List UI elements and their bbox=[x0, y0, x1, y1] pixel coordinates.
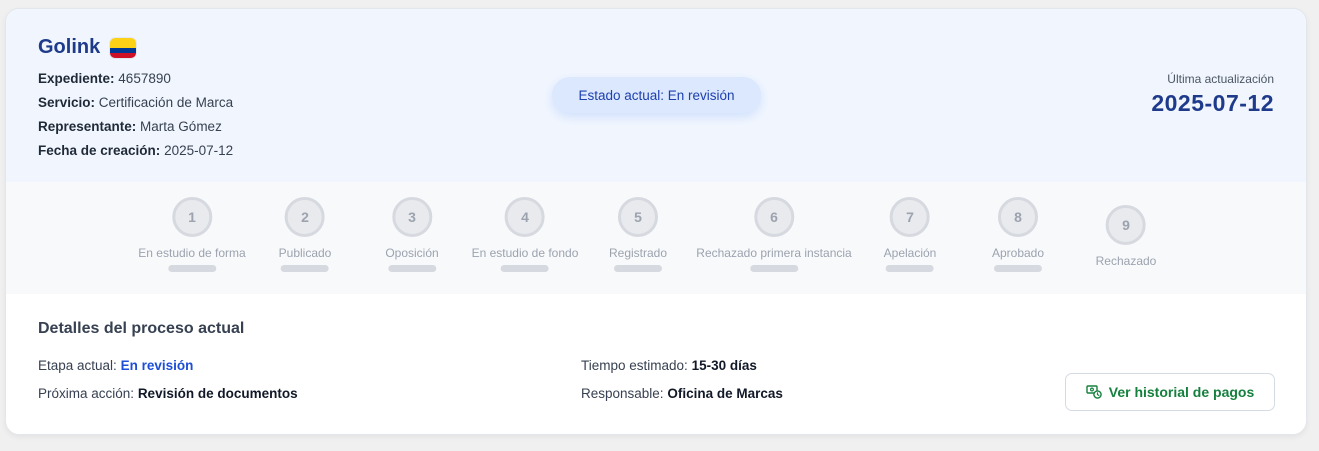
money-history-icon bbox=[1086, 385, 1102, 399]
step-bar bbox=[749, 265, 798, 272]
payment-history-button[interactable]: Ver historial de pagos bbox=[1065, 373, 1275, 411]
case-number-row: Expediente: 4657890 bbox=[38, 67, 233, 91]
estimated-time-label: Tiempo estimado: bbox=[581, 358, 688, 373]
step-bar bbox=[614, 265, 662, 272]
step-bar bbox=[388, 265, 436, 272]
step-label: Aprobado bbox=[991, 246, 1045, 260]
progress-stepper: 1 En estudio de forma 2 Publicado 3 Opos… bbox=[6, 182, 1306, 294]
step-label: Rechazado primera instancia bbox=[696, 246, 852, 260]
next-action-label: Próxima acción: bbox=[38, 386, 135, 401]
last-update-label: Última actualización bbox=[1167, 72, 1274, 86]
colombia-flag-icon bbox=[110, 37, 137, 58]
step-number: 1 bbox=[172, 197, 212, 237]
step-label: Publicado bbox=[278, 246, 332, 260]
process-header: Golink Expediente: 4657890 Servicio: Cer… bbox=[6, 9, 1306, 182]
step-5: 5 Registrado bbox=[609, 197, 667, 272]
next-action-value: Revisión de documentos bbox=[137, 386, 298, 401]
representative-label: Representante: bbox=[38, 119, 137, 134]
current-stage-row: Etapa actual: En revisión bbox=[38, 358, 193, 373]
brand-name: Golink bbox=[38, 36, 101, 58]
step-number: 3 bbox=[392, 197, 432, 237]
current-stage-value: En revisión bbox=[120, 358, 194, 373]
current-stage-label: Etapa actual: bbox=[38, 358, 117, 373]
case-number-value: 4657890 bbox=[118, 71, 171, 86]
responsible-row: Responsable: Oficina de Marcas bbox=[581, 386, 783, 401]
step-bar bbox=[886, 265, 934, 272]
step-number: 7 bbox=[890, 197, 930, 237]
step-6: 6 Rechazado primera instancia bbox=[696, 197, 852, 272]
step-number: 4 bbox=[504, 197, 545, 237]
step-bar bbox=[993, 265, 1042, 272]
step-bar bbox=[500, 265, 549, 272]
status-badge: Estado actual: En revisión bbox=[552, 77, 761, 113]
service-value: Certificación de Marca bbox=[98, 95, 234, 110]
step-number: 5 bbox=[618, 197, 658, 237]
step-bar bbox=[281, 265, 329, 272]
estimated-time-row: Tiempo estimado: 15-30 días bbox=[581, 358, 757, 373]
responsible-value: Oficina de Marcas bbox=[667, 386, 783, 401]
last-update-date: 2025-07-12 bbox=[1151, 90, 1274, 116]
step-label: En estudio de fondo bbox=[471, 246, 579, 260]
step-label: Registrado bbox=[608, 246, 668, 260]
last-update: Última actualización 2025-07-12 bbox=[1151, 72, 1274, 117]
service-row: Servicio: Certificación de Marca bbox=[38, 91, 233, 115]
responsible-label: Responsable: bbox=[581, 386, 664, 401]
brand: Golink bbox=[38, 36, 137, 59]
step-8: 8 Aprobado bbox=[992, 197, 1044, 272]
process-details: Detalles del proceso actual bbox=[38, 320, 1278, 338]
step-bar bbox=[168, 265, 216, 272]
step-label: Apelación bbox=[883, 246, 937, 260]
case-metadata: Expediente: 4657890 Servicio: Certificac… bbox=[38, 67, 233, 163]
process-card: Golink Expediente: 4657890 Servicio: Cer… bbox=[5, 8, 1307, 435]
step-label: En estudio de forma bbox=[138, 246, 246, 260]
step-3: 3 Oposición bbox=[385, 197, 439, 272]
case-number-label: Expediente: bbox=[38, 71, 115, 86]
representative-value: Marta Gómez bbox=[140, 119, 222, 134]
step-number: 9 bbox=[1106, 205, 1146, 245]
service-label: Servicio: bbox=[38, 95, 96, 110]
step-7: 7 Apelación bbox=[883, 197, 937, 272]
payment-history-label: Ver historial de pagos bbox=[1108, 384, 1255, 400]
step-number: 8 bbox=[997, 197, 1038, 237]
next-action-row: Próxima acción: Revisión de documentos bbox=[38, 386, 298, 401]
step-number: 6 bbox=[753, 197, 794, 237]
created-date-value: 2025-07-12 bbox=[164, 143, 234, 158]
step-label: Rechazado bbox=[1095, 254, 1157, 268]
details-title: Detalles del proceso actual bbox=[38, 320, 245, 337]
representative-row: Representante: Marta Gómez bbox=[38, 115, 233, 139]
step-2: 2 Publicado bbox=[278, 197, 332, 272]
step-number: 2 bbox=[285, 197, 325, 237]
step-1: 1 En estudio de forma bbox=[138, 197, 246, 272]
estimated-time-value: 15-30 días bbox=[691, 358, 757, 373]
step-label: Oposición bbox=[385, 246, 439, 260]
created-date-row: Fecha de creación: 2025-07-12 bbox=[38, 139, 233, 163]
step-9: 9 Rechazado bbox=[1095, 205, 1157, 268]
step-4: 4 En estudio de fondo bbox=[471, 197, 579, 272]
created-date-label: Fecha de creación: bbox=[38, 143, 161, 158]
